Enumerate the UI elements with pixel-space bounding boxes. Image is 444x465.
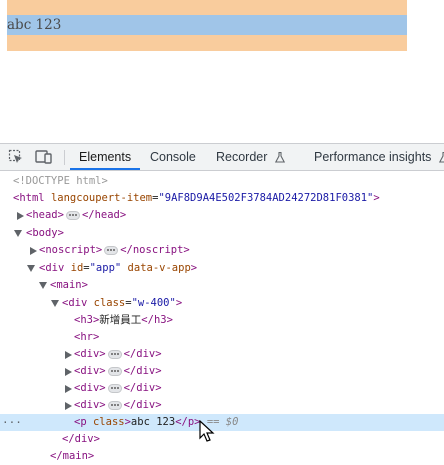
expand-triangle-icon[interactable] [30, 242, 38, 259]
expand-triangle-icon[interactable] [65, 363, 73, 380]
tree-row-p-selected[interactable]: ··· <p class>abc 123</p> == $0 [0, 414, 444, 431]
app-div-tag: div [45, 262, 65, 274]
collapse-triangle-icon[interactable] [14, 225, 22, 242]
div-close-tag: </div> [123, 348, 162, 360]
tab-performance-insights-label: Performance insights [314, 150, 432, 164]
toolbar-separator [64, 150, 65, 165]
head-open-tag: <head> [26, 209, 64, 221]
margin-highlight-bottom [7, 35, 407, 51]
html-tag: html [19, 192, 45, 204]
div-close-tag: </div> [123, 399, 162, 411]
tree-row-app[interactable]: <div id="app" data-v-app> [0, 260, 444, 277]
ellipsis-icon[interactable] [107, 383, 122, 393]
p-text: abc 123 [130, 416, 176, 428]
div-end-tag: </div> [62, 433, 100, 445]
mouse-cursor-icon [199, 420, 215, 442]
tree-row-w400[interactable]: <div class="w-400"> [0, 295, 444, 312]
h3-text: 新增員工 [99, 314, 142, 326]
ellipsis-icon[interactable] [65, 210, 80, 220]
flask-icon [274, 152, 285, 163]
margin-highlight-top [7, 0, 407, 15]
noscript-close-tag: </noscript> [120, 244, 190, 256]
ellipsis-icon[interactable] [104, 245, 119, 255]
tab-elements-label: Elements [79, 150, 132, 164]
tab-performance-insights[interactable]: Performance insights [314, 144, 444, 170]
head-close-tag: </head> [81, 209, 127, 221]
collapse-triangle-icon[interactable] [39, 277, 47, 294]
tree-row-doctype[interactable]: <!DOCTYPE html> [0, 173, 444, 190]
page-preview: abc 123 [0, 0, 444, 143]
attr-id-value: "app" [89, 262, 122, 274]
collapse-triangle-icon[interactable] [51, 295, 59, 312]
collapse-triangle-icon[interactable] [27, 260, 35, 277]
tree-row-div-4[interactable]: <div> </div> [0, 397, 444, 414]
main-end-tag: </main> [50, 450, 95, 462]
div-open-tag: <div> [74, 382, 106, 394]
expand-triangle-icon[interactable] [65, 346, 73, 363]
devtools-toolbar: Elements Console Recorder Performance in… [0, 144, 444, 171]
attr-data-v-app: data-v-app [127, 262, 191, 274]
tree-row-main[interactable]: <main> [0, 277, 444, 294]
expand-triangle-icon[interactable] [65, 380, 73, 397]
tab-recorder-label: Recorder [216, 150, 268, 164]
div-open-tag: <div> [74, 365, 106, 377]
attr-coupert-value: "9AF8D9A4E502F3784AD24272D81F0381" [158, 192, 374, 204]
expand-triangle-icon[interactable] [65, 397, 73, 414]
tree-row-div-3[interactable]: <div> </div> [0, 380, 444, 397]
body-open-tag: <body> [26, 227, 64, 239]
tree-row-hr[interactable]: <hr> [0, 329, 444, 346]
device-toolbar-icon[interactable] [35, 149, 52, 165]
tree-row-main-end[interactable]: </main> [0, 448, 444, 465]
tab-console-label: Console [150, 150, 196, 164]
doctype-text: <!DOCTYPE html> [13, 175, 108, 187]
flask-icon [438, 152, 444, 163]
row-more-icon[interactable]: ··· [2, 414, 22, 431]
hr-tag: <hr> [74, 331, 100, 343]
div-close-tag: </div> [123, 382, 162, 394]
tree-row-noscript[interactable]: <noscript> </noscript> [0, 242, 444, 259]
noscript-open-tag: <noscript> [39, 244, 103, 256]
div-open-tag: <div> [74, 399, 106, 411]
tree-row-div-1[interactable]: <div> </div> [0, 346, 444, 363]
attr-lang: lang [50, 192, 77, 204]
tab-elements[interactable]: Elements [70, 144, 141, 170]
attr-class: class [93, 297, 126, 309]
content-highlight-p [7, 15, 407, 35]
inspect-element-icon[interactable] [8, 149, 24, 165]
div-close-tag: </div> [123, 365, 162, 377]
ellipsis-icon[interactable] [107, 400, 122, 410]
tree-row-div-2[interactable]: <div> </div> [0, 363, 444, 380]
attr-class: class [92, 416, 125, 428]
tree-row-div-end[interactable]: </div> [0, 431, 444, 448]
tree-row-head[interactable]: <head> </head> [0, 207, 444, 224]
expand-triangle-icon[interactable] [17, 207, 25, 224]
attr-id: id [70, 262, 84, 274]
ellipsis-icon[interactable] [107, 366, 122, 376]
tree-row-body[interactable]: <body> [0, 225, 444, 242]
tab-console[interactable]: Console [150, 144, 196, 170]
preview-paragraph: abc 123 [7, 17, 62, 33]
attr-class-value: "w-400" [131, 297, 176, 309]
ellipsis-icon[interactable] [107, 349, 122, 359]
p-close-tag: </p> [175, 416, 201, 428]
tree-row-html[interactable]: <html langcoupert-item="9AF8D9A4E502F378… [0, 190, 444, 207]
tab-recorder[interactable]: Recorder [216, 144, 285, 170]
main-open-tag: <main> [50, 279, 88, 291]
div-open-tag: <div> [74, 348, 106, 360]
attr-coupert: coupert-item [76, 192, 153, 204]
tree-row-h3[interactable]: <h3>新增員工</h3> [0, 312, 444, 329]
